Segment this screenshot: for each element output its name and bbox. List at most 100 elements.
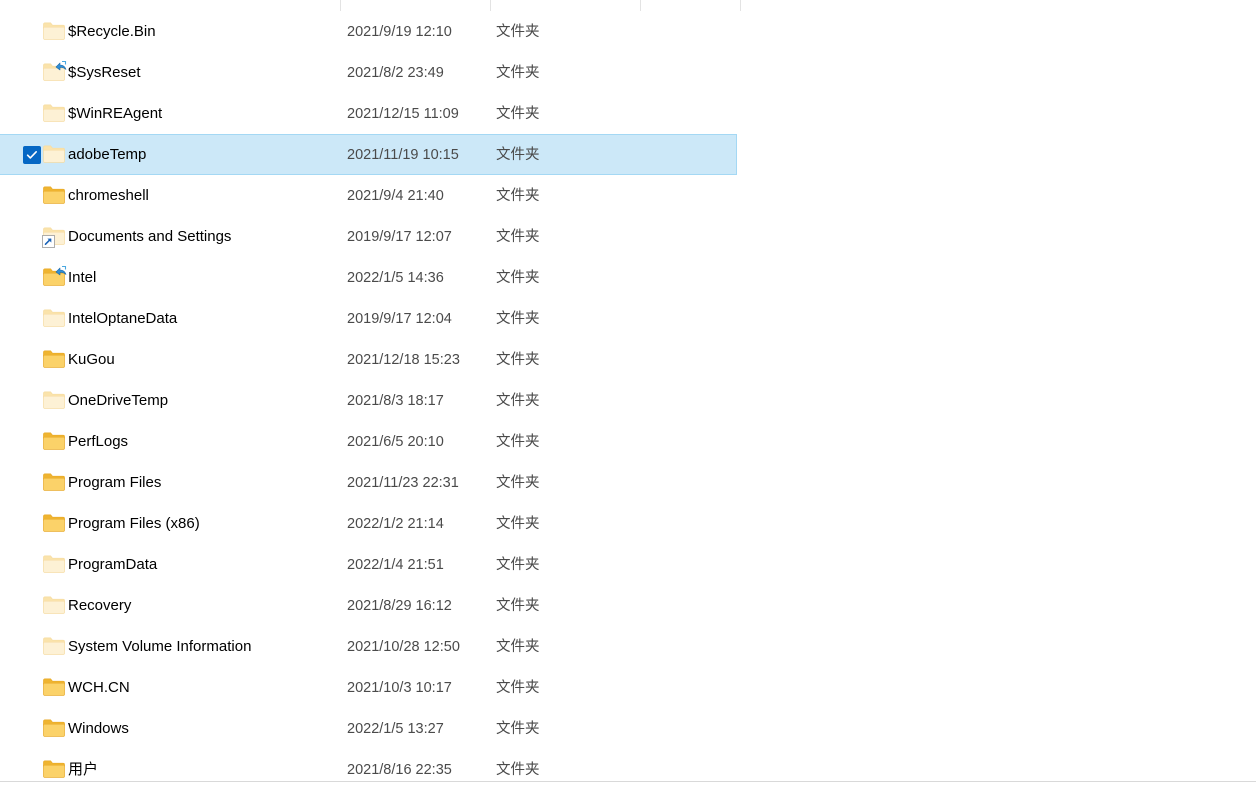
file-type: 文件夹 — [496, 187, 540, 204]
file-name[interactable]: adobeTemp — [68, 145, 338, 165]
file-name[interactable]: ProgramData — [68, 555, 338, 575]
row-icon — [43, 514, 65, 534]
row-checkbox[interactable] — [23, 720, 41, 738]
row-checkbox[interactable] — [23, 145, 41, 164]
column-divider-3[interactable] — [740, 0, 741, 11]
table-row[interactable]: $Recycle.Bin 2021/9/19 12:10 文件夹 — [0, 11, 1256, 52]
folder-icon — [43, 265, 67, 286]
file-name[interactable]: $SysReset — [68, 63, 338, 83]
file-type: 文件夹 — [496, 105, 540, 122]
file-name[interactable]: Documents and Settings — [68, 227, 338, 247]
file-name[interactable]: $WinREAgent — [68, 104, 338, 124]
folder-icon — [43, 22, 65, 40]
table-row[interactable]: $SysReset 2021/8/2 23:49 文件夹 — [0, 52, 1256, 93]
folder-icon — [43, 678, 65, 696]
row-icon — [43, 637, 65, 657]
folder-icon — [43, 596, 65, 614]
file-type: 文件夹 — [496, 64, 540, 81]
file-name[interactable]: Windows — [68, 719, 338, 739]
table-row[interactable]: System Volume Information 2021/10/28 12:5… — [0, 626, 1256, 667]
row-checkbox[interactable] — [23, 433, 41, 451]
file-name[interactable]: Program Files (x86) — [68, 514, 338, 534]
file-modified-date: 2021/11/23 22:31 — [347, 474, 459, 491]
table-row[interactable]: WCH.CN 2021/10/3 10:17 文件夹 — [0, 667, 1256, 708]
row-checkbox[interactable] — [23, 351, 41, 369]
table-row[interactable]: Windows 2022/1/5 13:27 文件夹 — [0, 708, 1256, 749]
file-explorer-window: $Recycle.Bin 2021/9/19 12:10 文件夹 $SysReset 2… — [0, 0, 1256, 786]
column-divider-0[interactable] — [340, 0, 341, 11]
file-modified-date: 2021/12/15 11:09 — [347, 105, 459, 122]
file-name[interactable]: Intel — [68, 268, 338, 288]
file-modified-date: 2021/10/28 12:50 — [347, 638, 460, 655]
folder-icon — [43, 760, 65, 778]
folder-icon — [42, 227, 65, 248]
row-icon — [43, 309, 65, 329]
horizontal-scrollbar-thumb[interactable] — [0, 782, 1256, 786]
table-row[interactable]: PerfLogs 2021/6/5 20:10 文件夹 — [0, 421, 1256, 462]
row-checkbox[interactable] — [23, 392, 41, 410]
row-checkbox[interactable] — [23, 228, 41, 246]
folder-icon — [43, 145, 65, 163]
table-row[interactable]: Program Files (x86) 2022/1/2 21:14 文件夹 — [0, 503, 1256, 544]
file-modified-date: 2022/1/5 14:36 — [347, 269, 444, 286]
folder-icon — [43, 104, 65, 122]
file-name[interactable]: 用户 — [68, 760, 338, 780]
table-row[interactable]: IntelOptaneData 2019/9/17 12:04 文件夹 — [0, 298, 1256, 339]
file-name[interactable]: KuGou — [68, 350, 338, 370]
file-name[interactable]: $Recycle.Bin — [68, 22, 338, 42]
column-divider-2[interactable] — [640, 0, 641, 11]
file-name[interactable]: chromeshell — [68, 186, 338, 206]
file-name[interactable]: WCH.CN — [68, 678, 338, 698]
file-type: 文件夹 — [496, 392, 540, 409]
row-icon — [43, 555, 65, 575]
row-checkbox[interactable] — [23, 187, 41, 205]
table-row[interactable]: adobeTemp 2021/11/19 10:15 文件夹 — [0, 134, 737, 175]
row-checkbox[interactable] — [23, 679, 41, 697]
table-row[interactable]: Program Files 2021/11/23 22:31 文件夹 — [0, 462, 1256, 503]
table-row[interactable]: $WinREAgent 2021/12/15 11:09 文件夹 — [0, 93, 1256, 134]
row-icon — [43, 432, 65, 452]
file-list[interactable]: $Recycle.Bin 2021/9/19 12:10 文件夹 $SysReset 2… — [0, 11, 1256, 790]
file-type: 文件夹 — [496, 761, 540, 778]
row-checkbox[interactable] — [23, 515, 41, 533]
row-icon — [43, 678, 65, 698]
file-name[interactable]: Program Files — [68, 473, 338, 493]
row-checkbox[interactable] — [23, 638, 41, 656]
file-name[interactable]: OneDriveTemp — [68, 391, 338, 411]
file-name[interactable]: IntelOptaneData — [68, 309, 338, 329]
row-icon — [42, 227, 65, 248]
table-row[interactable]: Documents and Settings 2019/9/17 12:07 文件夹 — [0, 216, 1256, 257]
row-checkbox[interactable] — [23, 761, 41, 779]
file-name[interactable]: Recovery — [68, 596, 338, 616]
column-divider-1[interactable] — [490, 0, 491, 11]
table-row[interactable]: chromeshell 2021/9/4 21:40 文件夹 — [0, 175, 1256, 216]
row-icon — [43, 596, 65, 616]
row-checkbox[interactable] — [23, 269, 41, 287]
folder-icon — [43, 719, 65, 737]
file-type: 文件夹 — [496, 679, 540, 696]
row-checkbox[interactable] — [23, 597, 41, 615]
file-type: 文件夹 — [496, 228, 540, 245]
row-checkbox[interactable] — [23, 64, 41, 82]
table-row[interactable]: ProgramData 2022/1/4 21:51 文件夹 — [0, 544, 1256, 585]
table-row[interactable]: KuGou 2021/12/18 15:23 文件夹 — [0, 339, 1256, 380]
row-checkbox[interactable] — [23, 105, 41, 123]
row-checkbox[interactable] — [23, 310, 41, 328]
row-checkbox[interactable] — [23, 474, 41, 492]
file-name[interactable]: PerfLogs — [68, 432, 338, 452]
file-type: 文件夹 — [496, 269, 540, 286]
folder-icon — [43, 637, 65, 655]
file-name[interactable]: System Volume Information — [68, 637, 338, 657]
row-icon — [43, 60, 67, 83]
row-checkbox[interactable] — [23, 23, 41, 41]
row-checkbox[interactable] — [23, 556, 41, 574]
file-type: 文件夹 — [496, 556, 540, 573]
file-modified-date: 2021/12/18 15:23 — [347, 351, 460, 368]
table-row[interactable]: Intel 2022/1/5 14:36 文件夹 — [0, 257, 1256, 298]
table-row[interactable]: Recovery 2021/8/29 16:12 文件夹 — [0, 585, 1256, 626]
checkmark-icon[interactable] — [23, 145, 41, 164]
table-row[interactable]: OneDriveTemp 2021/8/3 18:17 文件夹 — [0, 380, 1256, 421]
folder-icon — [43, 350, 65, 368]
folder-icon — [43, 473, 65, 491]
file-type: 文件夹 — [496, 474, 540, 491]
